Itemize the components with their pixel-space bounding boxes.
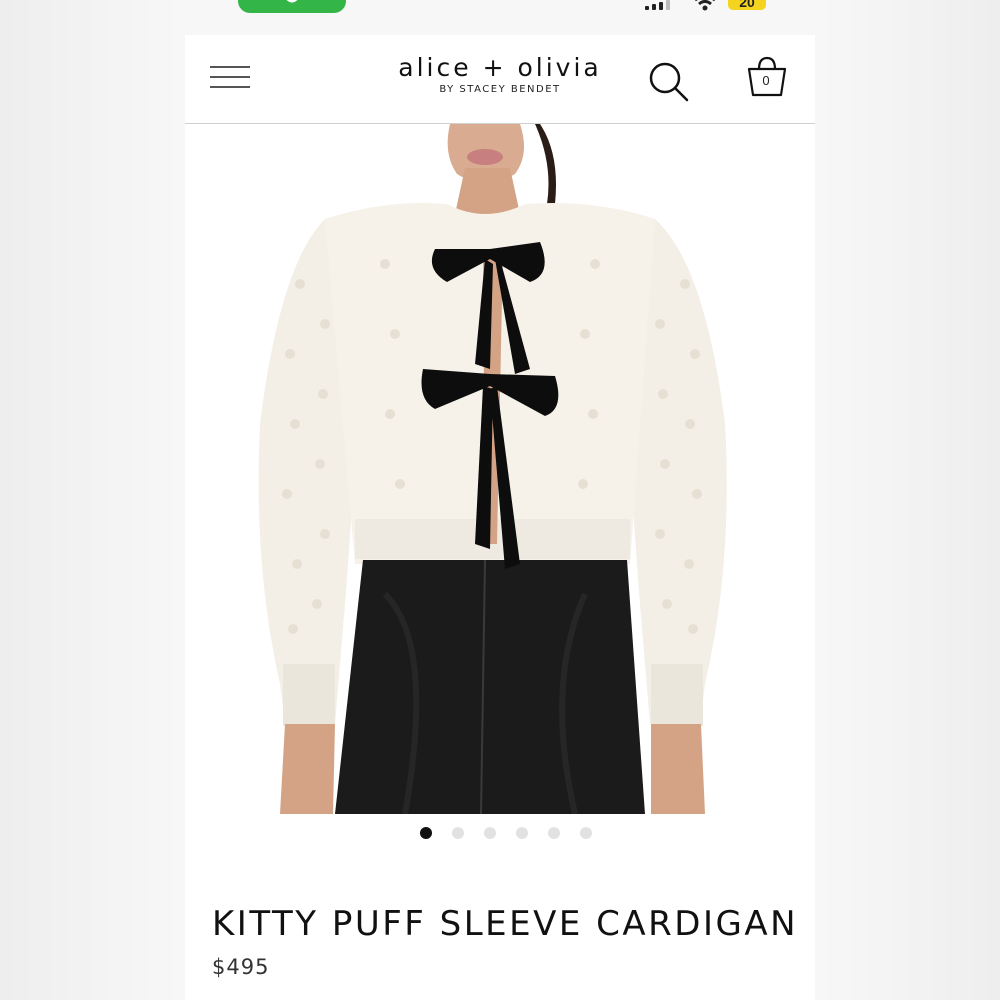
search-button[interactable]	[647, 60, 691, 104]
carousel-dots	[185, 827, 815, 839]
carousel-dot[interactable]	[452, 827, 464, 839]
brand-subtitle: BY STACEY BENDET	[439, 84, 561, 95]
carousel-dot[interactable]	[580, 827, 592, 839]
brand-name: alice + olivia	[398, 53, 602, 82]
carousel-dot[interactable]	[484, 827, 496, 839]
active-call-pill[interactable]	[238, 0, 346, 13]
brand-logo[interactable]: alice + olivia BY STACEY BENDET	[375, 53, 625, 95]
carousel-dot[interactable]	[516, 827, 528, 839]
search-icon	[649, 62, 689, 102]
cardigan-model-photo	[258, 124, 727, 814]
site-header: alice + olivia BY STACEY BENDET 0	[185, 35, 815, 124]
wifi-icon	[695, 0, 715, 11]
mobile-page: alice + olivia BY STACEY BENDET 0 KITTY …	[185, 35, 815, 1000]
product-image[interactable]	[185, 124, 815, 814]
battery-indicator: 20	[728, 0, 766, 10]
product-title: KITTY PUFF SLEEVE CARDIGAN	[212, 903, 799, 944]
cellular-signal-icon	[645, 0, 670, 10]
carousel-dot[interactable]	[420, 827, 432, 839]
product-price: $495	[212, 955, 270, 979]
bag-count: 0	[762, 73, 770, 88]
carousel-dot[interactable]	[548, 827, 560, 839]
hamburger-icon[interactable]	[210, 66, 250, 88]
status-bar: 20	[185, 0, 815, 34]
phone-icon	[286, 0, 298, 3]
battery-level: 20	[739, 0, 755, 10]
shopping-bag-button[interactable]: 0	[747, 55, 793, 101]
